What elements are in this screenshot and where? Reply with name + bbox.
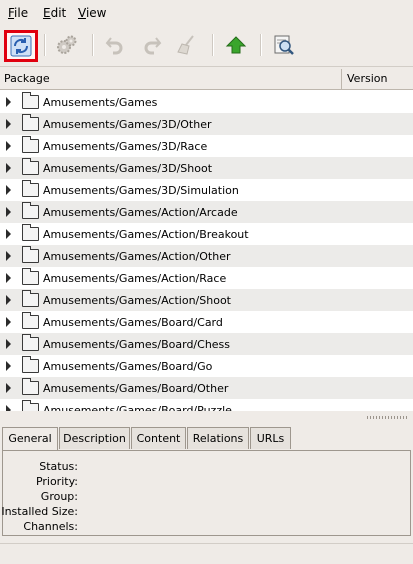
tab-relations[interactable]: Relations [187,427,249,449]
column-header-version[interactable]: Version [341,69,413,89]
redo-icon [144,37,162,55]
list-header: Package Version [0,69,413,90]
tab-urls[interactable]: URLs [250,427,291,449]
folder-icon [22,114,39,131]
upgrade-button[interactable] [221,30,251,60]
toolbar [0,26,413,67]
package-group-label: Amusements/Games/Action/Arcade [43,206,238,219]
redo-button[interactable] [137,30,167,60]
folder-icon [22,268,39,285]
folder-icon [22,400,39,411]
package-group-label: Amusements/Games/Action/Shoot [43,294,231,307]
refresh-button[interactable] [4,30,38,62]
details-tabs: General Description Content Relations UR… [0,427,413,451]
search-icon [274,35,294,55]
folder-icon [22,202,39,219]
undo-icon [105,37,123,55]
expander-arrow-icon[interactable] [6,339,11,349]
expander-arrow-icon[interactable] [6,251,11,261]
package-list[interactable]: Package Version Amusements/Games Amusemen… [0,69,413,411]
table-row[interactable]: Amusements/Games [0,91,413,113]
table-row[interactable]: Amusements/Games/Action/Shoot [0,289,413,311]
tab-description[interactable]: Description [59,427,130,449]
group-label: Group: [40,490,78,503]
package-group-label: Amusements/Games/Board/Go [43,360,213,373]
refresh-icon [10,35,32,57]
package-group-label: Amusements/Games/3D/Race [43,140,208,153]
table-row[interactable]: Amusements/Games/3D/Simulation [0,179,413,201]
table-row[interactable]: Amusements/Games/Action/Arcade [0,201,413,223]
clear-broom-icon [177,35,194,55]
package-group-label: Amusements/Games/3D/Simulation [43,184,239,197]
expander-arrow-icon[interactable] [6,229,11,239]
table-row[interactable]: Amusements/Games/3D/Shoot [0,157,413,179]
table-row[interactable]: Amusements/Games/Board/Card [0,311,413,333]
folder-icon [22,290,39,307]
expander-arrow-icon[interactable] [6,207,11,217]
folder-icon [22,334,39,351]
general-panel: Status: Priority: Group: Installed Size:… [1,450,411,536]
expander-arrow-icon[interactable] [6,97,11,107]
undo-button[interactable] [100,30,130,60]
clear-button[interactable] [172,30,202,60]
tab-content[interactable]: Content [131,427,186,449]
priority-label: Priority: [35,475,78,488]
menubar: File Edit View [0,0,413,26]
menu-view[interactable]: View [78,6,106,20]
folder-icon [22,136,39,153]
expander-arrow-icon[interactable] [6,273,11,283]
expander-arrow-icon[interactable] [6,119,11,129]
package-group-label: Amusements/Games/Board/Chess [43,338,231,351]
folder-icon [22,312,39,329]
expander-arrow-icon[interactable] [6,163,11,173]
table-row[interactable]: Amusements/Games/Board/Other [0,377,413,399]
menu-edit[interactable]: Edit [43,6,66,20]
installed-size-label: Installed Size: [1,505,78,518]
column-header-package[interactable]: Package [4,72,50,85]
tab-general[interactable]: General [2,427,58,451]
table-row[interactable]: Amusements/Games/Board/Go [0,355,413,377]
table-row[interactable]: Amusements/Games/3D/Race [0,135,413,157]
table-row[interactable]: Amusements/Games/Board/Chess [0,333,413,355]
apply-button[interactable] [52,30,82,60]
folder-icon [22,180,39,197]
pane-grip-handle[interactable] [367,416,407,419]
expander-arrow-icon[interactable] [6,295,11,305]
search-button[interactable] [269,30,299,60]
channels-label: Channels: [23,520,78,533]
package-group-label: Amusements/Games/Action/Breakout [43,228,249,241]
expander-arrow-icon[interactable] [6,383,11,393]
table-row[interactable]: Amusements/Games/Action/Breakout [0,223,413,245]
folder-icon [22,92,39,109]
folder-icon [22,224,39,241]
expander-arrow-icon[interactable] [6,141,11,151]
upgrade-arrow-icon [225,36,247,54]
package-group-label: Amusements/Games/Board/Card [43,316,223,329]
folder-icon [22,246,39,263]
package-group-label: Amusements/Games [43,96,158,109]
pane-divider[interactable] [0,411,413,425]
table-row[interactable]: Amusements/Games/Action/Other [0,245,413,267]
package-group-label: Amusements/Games/Board/Other [43,382,229,395]
expander-arrow-icon[interactable] [6,361,11,371]
package-group-label: Amusements/Games/Action/Race [43,272,227,285]
expander-arrow-icon[interactable] [6,185,11,195]
table-row[interactable]: Amusements/Games/Board/Puzzle [0,399,413,411]
package-group-label: Amusements/Games/3D/Shoot [43,162,213,175]
expander-arrow-icon[interactable] [6,317,11,327]
package-group-label: Amusements/Games/3D/Other [43,118,212,131]
gears-icon [57,35,77,54]
table-row[interactable]: Amusements/Games/Action/Race [0,267,413,289]
status-label: Status: [39,460,78,473]
table-row[interactable]: Amusements/Games/3D/Other [0,113,413,135]
package-group-label: Amusements/Games/Board/Puzzle [43,404,232,411]
folder-icon [22,356,39,373]
list-rows: Amusements/Games Amusements/Games/3D/Othe… [0,91,413,411]
menu-file[interactable]: File [8,6,28,20]
folder-icon [22,378,39,395]
statusbar [0,543,413,564]
folder-icon [22,158,39,175]
package-group-label: Amusements/Games/Action/Other [43,250,231,263]
